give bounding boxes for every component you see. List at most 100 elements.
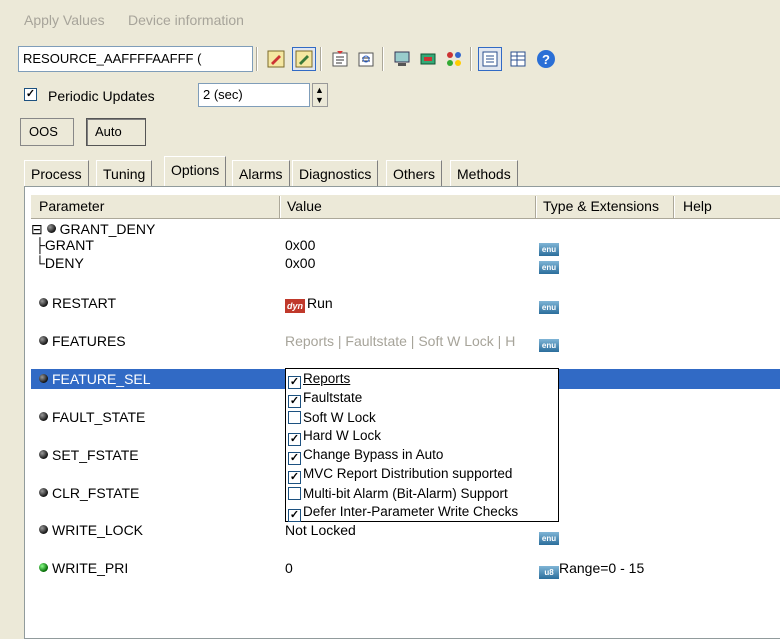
column-separator[interactable] bbox=[535, 196, 537, 218]
svg-text:?: ? bbox=[542, 52, 550, 67]
option-mvc-report-distribution[interactable]: ✓ MVC Report Distribution supported bbox=[288, 466, 512, 485]
tab-others[interactable]: Others bbox=[386, 160, 443, 186]
periodic-updates-label: Periodic Updates bbox=[48, 88, 155, 104]
tree-branch-icon: └ bbox=[35, 255, 45, 271]
column-value[interactable]: Value bbox=[287, 198, 322, 214]
periodic-updates-checkbox[interactable]: ✓ bbox=[24, 88, 37, 101]
tab-methods[interactable]: Methods bbox=[450, 160, 518, 186]
toolbar: RESOURCE_AAFFFFAAFFF ( ? bbox=[14, 43, 780, 75]
row-deny[interactable]: └DENY 0x00 enu bbox=[31, 253, 780, 275]
toolbar-separator bbox=[256, 47, 258, 71]
parameter-name: RESTART bbox=[52, 295, 117, 311]
parameter-bullet-icon bbox=[46, 224, 56, 233]
parameter-bullet-icon bbox=[39, 525, 48, 534]
spin-down-icon[interactable]: ▼ bbox=[315, 95, 324, 105]
option-soft-w-lock[interactable]: Soft W Lock bbox=[288, 409, 376, 428]
parameter-value: Not Locked bbox=[285, 522, 356, 538]
spin-up-icon[interactable]: ▲ bbox=[315, 85, 324, 95]
periodic-updates-row: ✓ Periodic Updates 2 (sec) ▲ ▼ bbox=[20, 83, 340, 111]
tab-strip: Process Tuning Options Alarms Diagnostic… bbox=[24, 156, 584, 186]
menu-bar: Apply Values Device information bbox=[0, 0, 780, 40]
parameter-bullet-icon bbox=[39, 563, 48, 572]
option-checkbox[interactable]: ✓ bbox=[288, 471, 301, 484]
column-help[interactable]: Help bbox=[683, 198, 712, 214]
parameter-bullet-icon bbox=[39, 298, 48, 307]
list-view-icon[interactable] bbox=[478, 47, 502, 71]
table-view-icon[interactable] bbox=[506, 47, 530, 71]
update-interval-spinner[interactable]: ▲ ▼ bbox=[312, 83, 328, 107]
menu-device-information[interactable]: Device information bbox=[128, 12, 244, 28]
tab-options[interactable]: Options bbox=[164, 156, 227, 186]
option-checkbox[interactable]: ✓ bbox=[288, 452, 301, 465]
menu-apply-values[interactable]: Apply Values bbox=[24, 12, 105, 28]
toolbar-separator bbox=[470, 47, 472, 71]
option-checkbox[interactable]: ✓ bbox=[288, 395, 301, 408]
parameter-name: WRITE_PRI bbox=[52, 560, 129, 576]
write-icon[interactable] bbox=[354, 47, 378, 71]
resource-select[interactable]: RESOURCE_AAFFFFAAFFF ( bbox=[18, 46, 253, 72]
parameter-value: 0x00 bbox=[285, 255, 316, 271]
tab-tuning[interactable]: Tuning bbox=[96, 160, 153, 186]
parameter-bullet-icon bbox=[39, 336, 48, 345]
parameter-bullet-icon bbox=[39, 450, 48, 459]
parameter-bullet-icon bbox=[39, 374, 48, 383]
tab-process[interactable]: Process bbox=[24, 160, 89, 186]
row-restart[interactable]: RESTART dyn Run enu bbox=[31, 293, 780, 315]
column-parameter[interactable]: Parameter bbox=[39, 198, 104, 214]
toolbar-separator bbox=[382, 47, 384, 71]
enum-type-icon: enu bbox=[539, 261, 559, 274]
option-checkbox[interactable]: ✓ bbox=[288, 433, 301, 446]
parameter-value: Reports | Faultstate | Soft W Lock | H bbox=[285, 333, 516, 349]
oos-button[interactable]: OOS bbox=[20, 118, 74, 146]
enum-type-icon: enu bbox=[539, 339, 559, 352]
tab-diagnostics[interactable]: Diagnostics bbox=[292, 160, 379, 186]
network-icon[interactable] bbox=[442, 47, 466, 71]
column-type-extensions[interactable]: Type & Extensions bbox=[543, 198, 659, 214]
update-interval-field[interactable]: 2 (sec) bbox=[198, 83, 310, 107]
parameter-value: 0 bbox=[285, 560, 293, 576]
parameter-value: Run bbox=[307, 295, 333, 311]
tree-branch-icon: ├ bbox=[35, 237, 45, 253]
option-checkbox[interactable] bbox=[288, 487, 301, 500]
parameter-name: SET_FSTATE bbox=[52, 447, 139, 463]
row-features[interactable]: FEATURES Reports | Faultstate | Soft W L… bbox=[31, 331, 780, 353]
dynamic-badge-icon: dyn bbox=[285, 299, 305, 313]
help-icon[interactable]: ? bbox=[534, 47, 558, 71]
parameter-name: FAULT_STATE bbox=[52, 409, 146, 425]
option-checkbox[interactable]: ✓ bbox=[288, 376, 301, 389]
monitor-icon[interactable] bbox=[390, 47, 414, 71]
range-extension: Range=0 - 15 bbox=[559, 560, 645, 576]
toolbar-separator bbox=[320, 47, 322, 71]
option-multi-bit-alarm[interactable]: Multi-bit Alarm (Bit-Alarm) Support bbox=[288, 485, 508, 504]
column-header: Parameter Value Type & Extensions Help bbox=[31, 195, 780, 219]
enum-type-icon: enu bbox=[539, 532, 559, 545]
option-checkbox[interactable] bbox=[288, 411, 301, 424]
parameter-bullet-icon bbox=[39, 488, 48, 497]
option-hard-w-lock[interactable]: ✓ Hard W Lock bbox=[288, 428, 381, 447]
read-icon[interactable] bbox=[328, 47, 352, 71]
option-change-bypass-in-auto[interactable]: ✓ Change Bypass in Auto bbox=[288, 447, 443, 466]
parameter-name: WRITE_LOCK bbox=[52, 522, 144, 538]
parameter-name: FEATURES bbox=[52, 333, 126, 349]
row-write-lock[interactable]: WRITE_LOCK Not Locked enu bbox=[31, 520, 780, 545]
parameter-name: FEATURE_SEL bbox=[52, 371, 151, 387]
option-checkbox[interactable]: ✓ bbox=[288, 509, 301, 522]
column-separator[interactable] bbox=[673, 196, 675, 218]
column-separator[interactable] bbox=[279, 196, 281, 218]
option-reports[interactable]: ✓ Reports bbox=[288, 371, 350, 390]
option-faultstate[interactable]: ✓ Faultstate bbox=[288, 390, 362, 409]
edit-icon[interactable] bbox=[264, 47, 288, 71]
row-write-pri[interactable]: WRITE_PRI 0 u8 Range=0 - 15 bbox=[31, 558, 780, 580]
option-defer-inter-parameter-write-checks[interactable]: ✓ Defer Inter-Parameter Write Checks bbox=[288, 504, 518, 523]
parameter-value: 0x00 bbox=[285, 237, 316, 253]
enum-type-icon: enu bbox=[539, 301, 559, 314]
device-icon[interactable] bbox=[416, 47, 440, 71]
tab-alarms[interactable]: Alarms bbox=[232, 160, 290, 186]
auto-button[interactable]: Auto bbox=[86, 118, 146, 146]
feature-sel-checklist: ✓ Reports ✓ Faultstate Soft W Lock ✓ Hard W… bbox=[285, 368, 559, 522]
parameter-name: CLR_FSTATE bbox=[52, 485, 140, 501]
unsigned8-type-icon: u8 bbox=[539, 566, 559, 579]
parameter-bullet-icon bbox=[39, 412, 48, 421]
edit-all-icon[interactable] bbox=[292, 47, 316, 71]
parameter-name: DENY bbox=[44, 255, 84, 271]
